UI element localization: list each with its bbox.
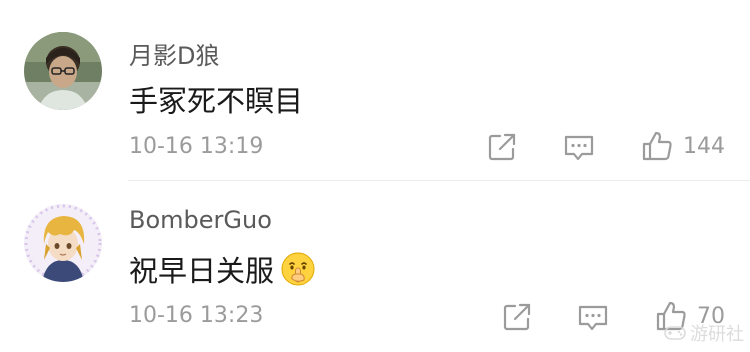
comment-timestamp: 10-16 13:23 xyxy=(129,303,264,328)
comment-username[interactable]: 月影D狼 xyxy=(129,36,219,71)
avatar-anime-icon xyxy=(24,204,102,282)
comment-item: BomberGuo 祝早日关服 10-16 13:23 70 xyxy=(0,182,750,352)
like-button[interactable]: 144 xyxy=(641,130,725,162)
share-button[interactable] xyxy=(502,302,532,332)
comment-list: 月影D狼 手冢死不瞑目 10-16 13:19 144 BomberGuo 祝早… xyxy=(0,0,750,352)
watermark: 游研社 xyxy=(664,320,744,346)
reply-icon xyxy=(578,305,608,331)
share-button[interactable] xyxy=(487,132,517,162)
comment-text: 手冢死不瞑目 xyxy=(129,78,303,120)
share-icon xyxy=(488,133,516,161)
reply-button[interactable] xyxy=(577,303,609,333)
avatar[interactable] xyxy=(24,204,102,282)
avatar[interactable] xyxy=(24,32,102,110)
reply-button[interactable] xyxy=(563,133,595,163)
comment-text-body: 手冢死不瞑目 xyxy=(129,84,304,118)
comment-text: 祝早日关服 xyxy=(129,248,316,290)
gamepad-icon xyxy=(664,326,686,340)
watermark-text: 游研社 xyxy=(690,324,744,345)
thumbs-up-icon xyxy=(642,131,672,161)
comment-text-body: 祝早日关服 xyxy=(129,254,275,288)
comment-item: 月影D狼 手冢死不瞑目 10-16 13:19 144 xyxy=(0,0,750,180)
avatar-photo-icon xyxy=(24,32,102,110)
comment-username[interactable]: BomberGuo xyxy=(129,206,272,234)
shush-face-emoji-icon xyxy=(280,251,316,287)
share-icon xyxy=(503,303,531,331)
comment-timestamp: 10-16 13:19 xyxy=(129,134,264,159)
reply-icon xyxy=(564,135,594,161)
divider xyxy=(128,180,750,181)
like-count: 144 xyxy=(683,133,725,159)
